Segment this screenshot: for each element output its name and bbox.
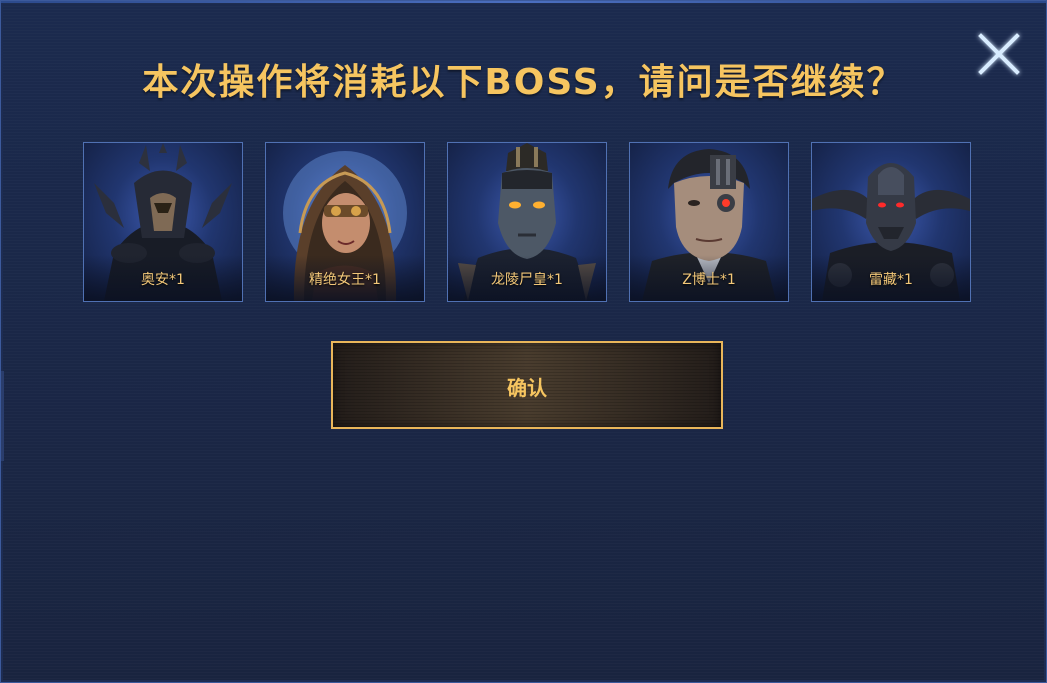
confirm-button[interactable]: 确认 <box>331 341 723 429</box>
boss-label: 雷藏*1 <box>869 272 913 288</box>
boss-card-jingjue-queen[interactable]: 精绝女王*1 <box>265 142 425 302</box>
boss-card-dr-z[interactable]: Z博士*1 <box>629 142 789 302</box>
boss-card-longling-corpse-emperor[interactable]: 龙陵尸皇*1 <box>447 142 607 302</box>
boss-card-list: 奥安*1 精绝女王*1 龙陵尸皇*1 Z博士*1 雷藏*1 <box>83 142 971 302</box>
close-button[interactable] <box>973 28 1025 80</box>
boss-label: Z博士*1 <box>682 272 736 288</box>
confirm-label: 确认 <box>507 376 547 400</box>
boss-card-aoan[interactable]: 奥安*1 <box>83 142 243 302</box>
dialog-title: 本次操作将消耗以下BOSS，请问是否继续？ <box>142 62 905 103</box>
close-icon <box>978 33 1020 75</box>
boss-consume-dialog: 本次操作将消耗以下BOSS，请问是否继续？ 奥安*1 精绝女王*1 龙陵尸皇*1… <box>0 0 1047 683</box>
boss-card-leizang[interactable]: 雷藏*1 <box>811 142 971 302</box>
boss-label: 龙陵尸皇*1 <box>491 272 563 288</box>
boss-label: 精绝女王*1 <box>309 272 381 288</box>
left-edge-mark <box>1 371 4 461</box>
boss-label: 奥安*1 <box>141 272 185 288</box>
